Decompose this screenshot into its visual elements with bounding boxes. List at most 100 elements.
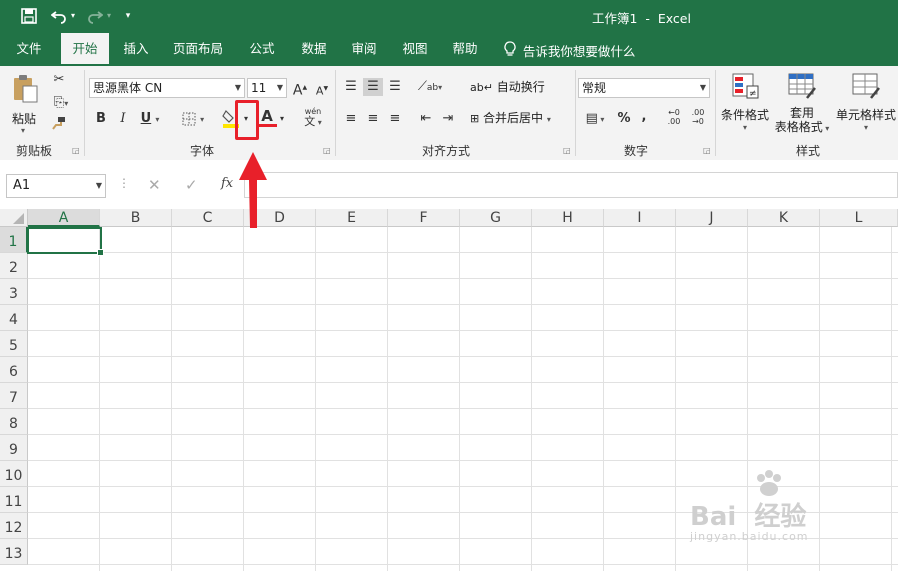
row-header-6[interactable]: 6: [0, 357, 28, 383]
phonetic-guide-button[interactable]: wén 文 ▾: [298, 107, 328, 128]
wrap-text-button[interactable]: ab↵ 自动换行: [470, 78, 545, 96]
tab-help[interactable]: 帮助: [444, 33, 486, 66]
wrap-text-icon: ab↵: [470, 81, 493, 94]
conditional-formatting-button[interactable]: ≠ 条件格式 ▾: [720, 72, 770, 134]
tab-insert[interactable]: 插入: [115, 33, 157, 66]
column-header-h[interactable]: H: [532, 209, 604, 227]
align-right-icon[interactable]: ≡: [385, 110, 405, 128]
tab-data[interactable]: 数据: [293, 33, 335, 66]
number-launcher-icon[interactable]: ◲: [703, 146, 711, 155]
merge-center-button[interactable]: ⊞ 合并后居中 ▾: [470, 109, 551, 127]
row-header-11[interactable]: 11: [0, 487, 28, 513]
tab-page-layout[interactable]: 页面布局: [167, 33, 229, 66]
underline-button[interactable]: U ▾: [137, 110, 163, 129]
row-header-5[interactable]: 5: [0, 331, 28, 357]
increase-decimal-button[interactable]: ←0.00: [664, 108, 684, 126]
paste-button[interactable]: 粘贴 ▾: [8, 72, 42, 135]
italic-button[interactable]: I: [115, 110, 131, 128]
gridline-horizontal: [28, 460, 898, 461]
column-header-e[interactable]: E: [316, 209, 388, 227]
highlight-box: [235, 100, 259, 140]
save-icon[interactable]: [20, 6, 38, 26]
orientation-icon[interactable]: ⟋ab▾: [416, 78, 444, 97]
align-middle-icon[interactable]: ☰: [363, 78, 383, 96]
cell-styles-icon: [851, 72, 881, 100]
formula-input[interactable]: [244, 172, 898, 198]
font-size-value: 11: [251, 81, 267, 95]
cancel-icon[interactable]: ✕: [148, 176, 161, 194]
cut-icon[interactable]: ✂: [50, 71, 68, 89]
format-as-table-button[interactable]: 套用 表格格式 ▾: [772, 72, 832, 138]
column-header-c[interactable]: C: [172, 209, 244, 227]
column-header-b[interactable]: B: [100, 209, 172, 227]
row-header-9[interactable]: 9: [0, 435, 28, 461]
shrink-font-button[interactable]: A▼: [314, 80, 330, 101]
font-launcher-icon[interactable]: ◲: [323, 146, 331, 155]
font-color-dropdown-icon[interactable]: ▾: [277, 110, 287, 128]
column-header-k[interactable]: K: [748, 209, 820, 227]
grow-font-button[interactable]: A▲: [292, 79, 308, 100]
row-header-7[interactable]: 7: [0, 383, 28, 409]
alignment-group-label: 对齐方式: [422, 144, 471, 158]
borders-button[interactable]: ▾: [178, 110, 208, 129]
bold-button[interactable]: B: [93, 110, 109, 128]
row-header-10[interactable]: 10: [0, 461, 28, 487]
row-header-8[interactable]: 8: [0, 409, 28, 435]
row-header-1[interactable]: 1: [0, 227, 28, 253]
red-arrow-annotation: [236, 150, 270, 233]
customize-qat-icon[interactable]: ▾: [122, 6, 134, 26]
column-header-i[interactable]: I: [604, 209, 676, 227]
gridline-horizontal: [28, 252, 898, 253]
redo-icon[interactable]: [86, 6, 104, 26]
select-all-button[interactable]: [0, 209, 28, 227]
font-color-button[interactable]: A: [257, 108, 277, 127]
column-header-j[interactable]: J: [676, 209, 748, 227]
number-format-select[interactable]: 常规 ▼: [578, 78, 710, 98]
tab-formulas[interactable]: 公式: [241, 33, 283, 66]
align-bottom-icon[interactable]: ☰: [385, 78, 405, 96]
undo-dropdown-icon[interactable]: ▾: [68, 6, 78, 26]
chevron-down-icon: ▼: [276, 83, 283, 92]
decrease-indent-icon[interactable]: ⇤: [416, 110, 436, 128]
selected-cell-a1[interactable]: [27, 227, 104, 256]
name-box[interactable]: A1 ▼: [6, 174, 106, 198]
column-header-a[interactable]: A: [28, 209, 100, 227]
enter-icon[interactable]: ✓: [185, 176, 198, 194]
row-header-2[interactable]: 2: [0, 253, 28, 279]
column-header-g[interactable]: G: [460, 209, 532, 227]
comma-style-button[interactable]: ,: [638, 108, 650, 126]
tab-view[interactable]: 视图: [394, 33, 436, 66]
column-header-l[interactable]: L: [820, 209, 898, 227]
font-size-select[interactable]: 11 ▼: [247, 78, 287, 98]
cell-styles-button[interactable]: 单元格样式 ▾: [834, 72, 898, 134]
row-header-4[interactable]: 4: [0, 305, 28, 331]
gridline-horizontal: [28, 564, 898, 565]
tab-file[interactable]: 文件: [6, 33, 52, 66]
svg-text:≠: ≠: [749, 89, 757, 99]
undo-icon[interactable]: [50, 6, 68, 26]
row-header-12[interactable]: 12: [0, 513, 28, 539]
font-name-select[interactable]: 思源黑体 CN ▼: [89, 78, 245, 98]
align-top-icon[interactable]: ☰: [341, 78, 361, 96]
clipboard-launcher-icon[interactable]: ◲: [72, 146, 80, 155]
copy-icon[interactable]: ⎘▾: [48, 94, 74, 113]
alignment-launcher-icon[interactable]: ◲: [563, 146, 571, 155]
redo-dropdown-icon[interactable]: ▾: [104, 6, 114, 26]
gridline-horizontal: [28, 304, 898, 305]
tab-review[interactable]: 审阅: [343, 33, 385, 66]
column-header-f[interactable]: F: [388, 209, 460, 227]
tab-home[interactable]: 开始: [61, 33, 109, 66]
tell-me-box[interactable]: 告诉我你想要做什么: [503, 41, 635, 59]
gridline-horizontal: [28, 330, 898, 331]
insert-function-icon[interactable]: fx: [221, 176, 233, 191]
format-painter-icon[interactable]: [50, 116, 68, 136]
chevron-down-icon: ▾: [546, 115, 551, 124]
align-center-icon[interactable]: ≡: [363, 110, 383, 128]
row-header-13[interactable]: 13: [0, 539, 28, 565]
currency-format-icon[interactable]: ▤ ▾: [580, 110, 610, 129]
align-left-icon[interactable]: ≡: [341, 110, 361, 128]
decrease-decimal-button[interactable]: .00 →0: [688, 108, 708, 126]
percent-button[interactable]: %: [616, 110, 632, 128]
row-header-3[interactable]: 3: [0, 279, 28, 305]
increase-indent-icon[interactable]: ⇥: [438, 110, 458, 128]
